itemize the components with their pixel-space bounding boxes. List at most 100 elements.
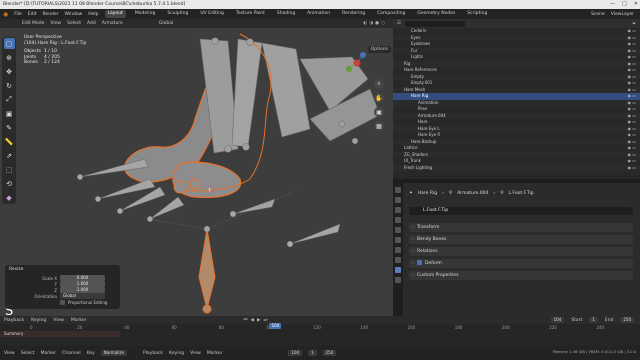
timeline-menu-keying[interactable]: Keying: [31, 318, 46, 323]
view-layer-selector[interactable]: ViewLayer: [611, 12, 634, 17]
joint-sphere[interactable]: [116, 207, 123, 214]
roll-icon[interactable]: ⟲: [4, 178, 15, 189]
zoom-icon[interactable]: ⌕: [374, 79, 384, 89]
pan-hand-icon[interactable]: ✋: [374, 93, 384, 103]
bottom-view[interactable]: View: [190, 351, 201, 356]
panel-relations[interactable]: › Relations: [409, 247, 633, 256]
start-frame-field[interactable]: 1: [589, 317, 598, 323]
bottom-frame-field[interactable]: 104: [288, 350, 303, 356]
scale-z-field[interactable]: 1.000: [60, 287, 105, 293]
tab-layout[interactable]: Layout: [104, 10, 126, 18]
scale-icon[interactable]: ⤢: [4, 94, 15, 105]
operator-title[interactable]: Resize: [9, 267, 23, 272]
maximize-button[interactable]: □: [622, 1, 627, 7]
joint-sphere[interactable]: [94, 195, 101, 202]
shading-buttons-icon[interactable]: ◐◑●○: [363, 21, 387, 26]
bottom-menu-marker[interactable]: Marker: [41, 351, 57, 356]
options-dropdown[interactable]: Options: [367, 46, 391, 53]
joint-sphere[interactable]: [286, 240, 294, 248]
minimize-button[interactable]: —: [610, 1, 615, 7]
panel-custom-properties[interactable]: › Custom Properties: [409, 271, 633, 280]
joint-sphere[interactable]: [242, 143, 250, 151]
resize-operator-panel[interactable]: Resize Scale X 0.000 Y 1.000 Z 1.000 Ori…: [5, 265, 120, 309]
constraint-tab-icon[interactable]: [395, 277, 401, 283]
menu-select[interactable]: Select: [67, 21, 81, 26]
modifier-tab-icon[interactable]: [395, 247, 401, 253]
panel-bendy-bones[interactable]: › Bendy Bones: [409, 235, 633, 244]
joint-sphere[interactable]: [229, 210, 237, 218]
bottom-end-field[interactable]: 250: [322, 350, 337, 356]
object-tab-icon[interactable]: [395, 237, 401, 243]
menu-edit[interactable]: Edit: [28, 12, 37, 17]
cursor-icon[interactable]: ⊕: [4, 52, 15, 63]
menu-view[interactable]: View: [50, 21, 61, 26]
joint-sphere[interactable]: [351, 137, 359, 145]
rotate-icon[interactable]: ↻: [4, 80, 15, 91]
envelope-icon[interactable]: ◆: [4, 192, 15, 203]
annotate-icon[interactable]: ✎: [4, 122, 15, 133]
outliner-search-input[interactable]: [405, 20, 466, 27]
move-icon[interactable]: ✥: [4, 66, 15, 77]
tab-modeling[interactable]: Modeling: [132, 10, 158, 18]
extrude-icon[interactable]: ⇗: [4, 150, 15, 161]
tab-sculpting[interactable]: Sculpting: [164, 10, 191, 18]
selected-joint[interactable]: [173, 180, 187, 194]
panel-transform[interactable]: › Transform: [409, 223, 633, 232]
close-button[interactable]: ✕: [634, 1, 638, 7]
joint-sphere[interactable]: [211, 37, 219, 45]
output-tab-icon[interactable]: [395, 207, 401, 213]
tool-tab-icon[interactable]: [395, 187, 401, 193]
current-frame-field[interactable]: 104: [550, 317, 565, 323]
toe-bone-4[interactable]: [149, 196, 185, 220]
scene-tab-icon[interactable]: [395, 217, 401, 223]
timeline-ruler[interactable]: 020406080100120140160180200220240: [0, 324, 640, 331]
tab-compositing[interactable]: Compositing: [374, 10, 408, 18]
bottom-keying[interactable]: Keying: [169, 351, 184, 356]
menu-add[interactable]: Add: [87, 21, 96, 26]
bottom-menu-select[interactable]: Select: [21, 351, 35, 356]
visibility-icon[interactable]: ◉ ▭: [627, 165, 636, 172]
tab-geometry-nodes[interactable]: Geometry Nodes: [414, 10, 458, 18]
select-box-icon[interactable]: ▢: [3, 38, 15, 49]
timeline[interactable]: Playback Keying View Marker ⏮◀▶⏭ 104 Sta…: [0, 316, 640, 346]
tab-uv-editing[interactable]: UV Editing: [197, 10, 226, 18]
bone-name-field[interactable]: L.Foot.F.Tip: [409, 207, 633, 215]
leg-bone-2[interactable]: [231, 38, 263, 148]
edit-mode-dropdown[interactable]: Edit Mode: [22, 21, 44, 26]
toe-bone-5[interactable]: [232, 198, 276, 215]
axis-gizmo-icon[interactable]: [343, 49, 371, 77]
playback-controls-icon[interactable]: ⏮◀▶⏭: [243, 317, 270, 323]
grid-icon[interactable]: ▦: [374, 121, 384, 131]
menu-armature[interactable]: Armature: [102, 21, 123, 26]
data-tab-icon[interactable]: [395, 257, 401, 263]
scale-y-field[interactable]: 1.000: [60, 281, 105, 287]
menu-window[interactable]: Window: [65, 12, 83, 17]
outliner-display-icon[interactable]: ☰: [397, 21, 401, 26]
normalize-toggle[interactable]: Normalize: [100, 350, 127, 356]
menu-file[interactable]: File: [14, 12, 22, 17]
selected-joint[interactable]: [189, 178, 201, 190]
end-frame-field[interactable]: 250: [620, 317, 634, 323]
joint-sphere[interactable]: [224, 145, 232, 153]
joint-sphere[interactable]: [246, 38, 254, 46]
scale-x-field[interactable]: 0.000: [60, 275, 105, 281]
tab-animation[interactable]: Animation: [304, 10, 333, 18]
tab-rendering[interactable]: Rendering: [339, 10, 368, 18]
blender-logo-icon[interactable]: ◉: [3, 11, 8, 18]
camera-icon[interactable]: ▣: [374, 107, 384, 117]
outliner-item[interactable]: Fresh Lighting ◉ ▭: [393, 164, 640, 172]
tab-scripting[interactable]: Scripting: [464, 10, 490, 18]
measure-icon[interactable]: 📏: [4, 136, 15, 147]
menu-help[interactable]: Help: [88, 12, 98, 17]
transform-icon[interactable]: ▣: [4, 108, 15, 119]
bottom-menu-key[interactable]: Key: [87, 351, 95, 356]
tab-texture-paint[interactable]: Texture Paint: [233, 10, 268, 18]
joint-sphere[interactable]: [76, 173, 83, 180]
render-tab-icon[interactable]: [395, 197, 401, 203]
bottom-start-field[interactable]: 1: [308, 350, 317, 356]
bottom-playback[interactable]: Playback: [143, 351, 163, 356]
filter-icon[interactable]: ⏷: [632, 21, 636, 27]
playhead[interactable]: 104: [269, 323, 282, 329]
scene-selector[interactable]: Scene: [591, 12, 605, 17]
bone-size-icon[interactable]: ⬚: [4, 164, 15, 175]
